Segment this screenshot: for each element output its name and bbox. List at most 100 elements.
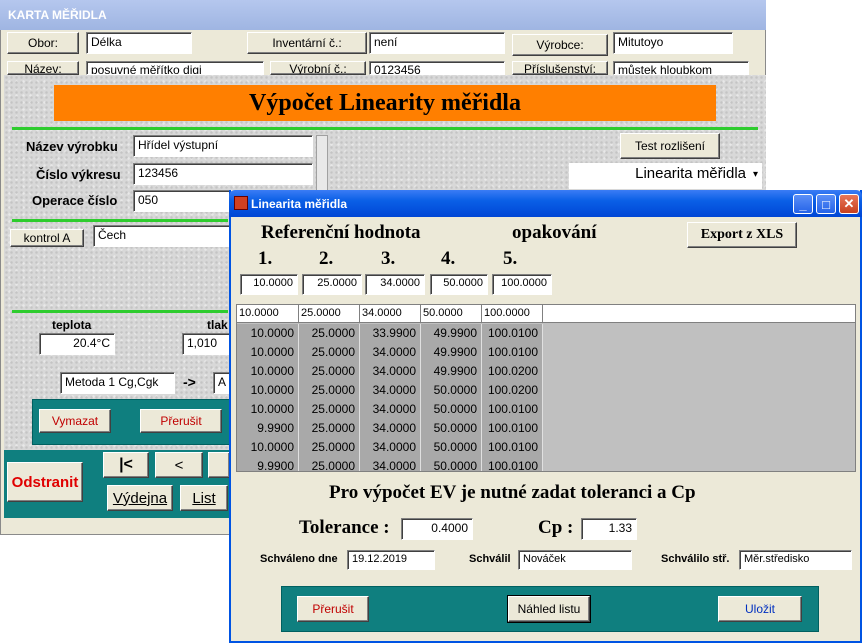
- prerusit-button-back[interactable]: Přerušit: [140, 409, 222, 433]
- nav-prev-button[interactable]: <: [155, 452, 203, 478]
- grid-cell[interactable]: 100.0100: [482, 400, 542, 419]
- grid-cell[interactable]: 34.0000: [360, 419, 420, 438]
- grid-cell[interactable]: 49.9900: [421, 343, 481, 362]
- dialog-titlebar: Linearita měřidla: [229, 190, 862, 217]
- grid-cell[interactable]: 50.0000: [421, 419, 481, 438]
- ref-value-5[interactable]: 100.0000: [492, 274, 552, 295]
- grid-cell[interactable]: 10.0000: [237, 362, 298, 381]
- grid-cell[interactable]: 50.0000: [421, 400, 481, 419]
- grid-cell[interactable]: 34.0000: [360, 381, 420, 400]
- grid-cell[interactable]: 100.0100: [482, 324, 542, 343]
- grid-col-4: 49.9900 49.9900 49.9900 50.0000 50.0000 50.00…: [421, 324, 482, 471]
- grid-cell[interactable]: 100.0100: [482, 343, 542, 362]
- schvaleno-label: Schváleno dne: [260, 553, 338, 565]
- prislusenstvi-field[interactable]: můstek hloubkom: [613, 61, 749, 75]
- inventarni-field[interactable]: není: [369, 32, 505, 54]
- prerusit-button[interactable]: Přerušit: [297, 596, 369, 622]
- ulozit-button[interactable]: Uložit: [718, 596, 802, 622]
- grid-header-5: 100.0000: [482, 305, 543, 323]
- nav-first-button[interactable]: |<: [103, 452, 149, 478]
- grid-cell[interactable]: 50.0000: [421, 438, 481, 457]
- vydejna-button[interactable]: Výdejna: [107, 485, 173, 511]
- tolerance-label: Tolerance :: [299, 517, 390, 538]
- grid-cell[interactable]: 49.9900: [421, 324, 481, 343]
- grid-cell[interactable]: 25.0000: [299, 343, 359, 362]
- grid-cell[interactable]: 9.9900: [237, 419, 298, 438]
- grid-cell[interactable]: 100.0100: [482, 438, 542, 457]
- grid-cell[interactable]: 10.0000: [237, 343, 298, 362]
- measurement-grid[interactable]: 10.0000 25.0000 34.0000 50.0000 100.0000…: [236, 304, 856, 472]
- nazev-vyrobku-field[interactable]: Hřídel výstupní: [133, 135, 313, 157]
- vyrobce-field[interactable]: Mitutoyo: [613, 32, 733, 54]
- obor-button[interactable]: Obor:: [7, 32, 79, 54]
- grid-cell[interactable]: 25.0000: [299, 324, 359, 343]
- grid-cell[interactable]: 33.9900: [360, 324, 420, 343]
- grid-cell[interactable]: 34.0000: [360, 400, 420, 419]
- grid-cell[interactable]: 100.0200: [482, 381, 542, 400]
- close-icon[interactable]: ✕: [839, 194, 859, 214]
- grid-cell[interactable]: 10.0000: [237, 438, 298, 457]
- grid-cell[interactable]: 10.0000: [237, 381, 298, 400]
- nazev-field[interactable]: posuvné měřítko digi: [86, 61, 264, 75]
- linearity-title: Výpočet Linearity měřidla: [54, 85, 716, 121]
- operace-field[interactable]: 050: [133, 190, 233, 212]
- grid-cell[interactable]: 34.0000: [360, 438, 420, 457]
- grid-cell[interactable]: 100.0100: [482, 419, 542, 438]
- app-icon: [234, 196, 248, 210]
- tolerance-field[interactable]: 0.4000: [401, 518, 473, 540]
- grid-cell[interactable]: 25.0000: [299, 457, 359, 471]
- minimize-icon[interactable]: _: [793, 194, 813, 214]
- vyrobni-button[interactable]: Výrobní č.:: [270, 61, 366, 75]
- dialog-title: Linearita měřidla: [251, 196, 348, 211]
- grid-cell[interactable]: 25.0000: [299, 438, 359, 457]
- linearita-select[interactable]: Linearita měřidla ▾: [569, 163, 762, 189]
- nahled-listu-button[interactable]: Náhled listu: [507, 595, 591, 623]
- inventarni-button[interactable]: Inventární č.:: [247, 32, 367, 54]
- nazev-vyrobku-label: Název výrobku: [26, 139, 118, 154]
- list-button[interactable]: List: [180, 485, 228, 511]
- ref-value-2[interactable]: 25.0000: [302, 274, 362, 295]
- ref-value-4[interactable]: 50.0000: [430, 274, 488, 295]
- grid-cell[interactable]: 10.0000: [237, 400, 298, 419]
- grid-cell[interactable]: 50.0000: [421, 381, 481, 400]
- tlak-field[interactable]: 1,010: [182, 333, 232, 355]
- grid-cell[interactable]: 50.0000: [421, 457, 481, 471]
- nav-next-button[interactable]: [208, 452, 230, 478]
- grid-cell[interactable]: 25.0000: [299, 419, 359, 438]
- schvalil-field[interactable]: Nováček: [518, 550, 632, 570]
- schvalilo-field[interactable]: Měr.středisko: [739, 550, 852, 570]
- cp-field[interactable]: 1.33: [581, 518, 637, 540]
- vyrobce-button[interactable]: Výrobce:: [512, 34, 608, 56]
- grid-cell[interactable]: 10.0000: [237, 324, 298, 343]
- grid-cell[interactable]: 100.0200: [482, 362, 542, 381]
- nazev-button[interactable]: Název:: [7, 61, 79, 75]
- test-rozliseni-button[interactable]: Test rozlišení: [620, 133, 720, 159]
- vymazat-button[interactable]: Vymazat: [39, 409, 111, 433]
- kontrol-button[interactable]: kontrol A: [10, 229, 84, 247]
- vyrobni-field[interactable]: 0123456: [369, 61, 505, 75]
- odstranit-button[interactable]: Odstranit: [7, 462, 83, 502]
- grid-cell[interactable]: 9.9900: [237, 457, 298, 471]
- grid-cell[interactable]: 49.9900: [421, 362, 481, 381]
- maximize-icon[interactable]: □: [816, 194, 836, 214]
- schvaleno-field[interactable]: 19.12.2019: [347, 550, 435, 570]
- ref-value-1[interactable]: 10.0000: [240, 274, 298, 295]
- obor-field[interactable]: Délka: [86, 32, 192, 54]
- kontrol-field[interactable]: Čech: [93, 225, 233, 247]
- grid-cell[interactable]: 25.0000: [299, 400, 359, 419]
- prislusenstvi-button[interactable]: Příslušenství:: [512, 61, 608, 75]
- cislo-vykresu-field[interactable]: 123456: [133, 163, 313, 185]
- ev-message: Pro výpočet EV je nutné zadat toleranci …: [329, 482, 696, 503]
- teplota-field[interactable]: 20.4°C: [39, 333, 115, 355]
- grid-cell[interactable]: 34.0000: [360, 343, 420, 362]
- grid-cell[interactable]: 100.0100: [482, 457, 542, 471]
- grid-cell[interactable]: 25.0000: [299, 362, 359, 381]
- ref-value-3[interactable]: 34.0000: [365, 274, 425, 295]
- col-num-5: 5.: [503, 248, 518, 269]
- grid-cell[interactable]: 25.0000: [299, 381, 359, 400]
- export-xls-button[interactable]: Export z XLS: [687, 222, 797, 248]
- metoda-field[interactable]: Metoda 1 Cg,Cgk: [60, 372, 175, 394]
- grid-cell[interactable]: 34.0000: [360, 457, 420, 471]
- grid-cell[interactable]: 34.0000: [360, 362, 420, 381]
- chevron-down-icon: ▾: [752, 169, 758, 180]
